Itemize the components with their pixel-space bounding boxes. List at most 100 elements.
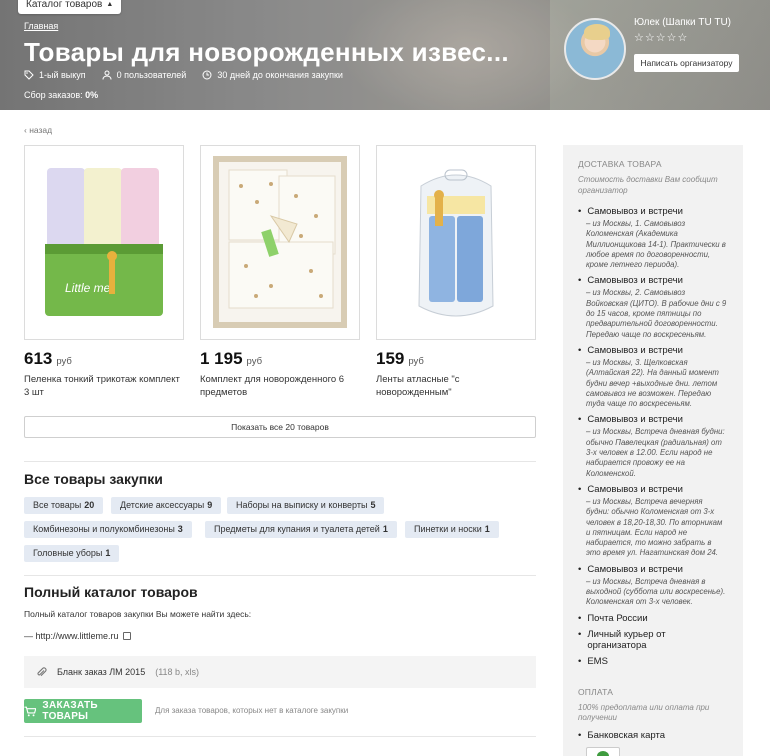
delivery-title: ДОСТАВКА ТОВАРА [578, 159, 662, 169]
delivery-item: Самовывоз и встречи– из Москвы, Встреча … [578, 564, 727, 608]
tag-overalls[interactable]: Комбинезоны и полукомбинезоны 3 [24, 521, 192, 538]
delivery-item: Самовывоз и встречи– из Москвы, Встреча … [578, 414, 727, 478]
payment-item: Банковская карта [578, 730, 727, 741]
product-name[interactable]: Ленты атласные "с новорожденным" [376, 373, 534, 399]
delivery-item-title: Самовывоз и встречи [578, 206, 727, 217]
catalog-link[interactable]: — http://www.littleme.ru [24, 631, 131, 641]
payment-section: ОПЛАТА 100% предоплата или оплата при по… [578, 687, 727, 756]
tag-bathing[interactable]: Предметы для купания и туалета детей 1 [205, 521, 397, 538]
tag-label: Пинетки и носки [414, 524, 482, 534]
breadcrumb-home[interactable]: Главная [24, 21, 58, 31]
meta-days-label: 30 дней до окончания закупки [217, 70, 343, 80]
svg-text:Little me: Little me [65, 281, 111, 295]
show-all-products-button[interactable]: Показать все 20 товаров [24, 416, 536, 438]
product-name[interactable]: Комплект для новорожденного 6 предметов [200, 373, 358, 399]
delivery-item: Личный курьер от организатора [578, 629, 727, 651]
bank-logo-icon [597, 750, 609, 756]
delivery-item-desc: – из Москвы, Встреча дневная в выходной … [586, 576, 726, 607]
order-button-label: ЗАКАЗАТЬ ТОВАРЫ [42, 700, 98, 722]
product-card[interactable]: Little me 613 руб Пеленка тонкий трикотаж… [24, 145, 184, 399]
clock-icon [202, 70, 212, 80]
gift-set-image [213, 156, 347, 328]
page-title: Товары для новорожденных извес... [24, 37, 509, 67]
back-link[interactable]: ‹ назад [24, 125, 52, 135]
catalog-dropdown-button[interactable]: Каталог товаров ▲ [18, 0, 122, 14]
delivery-item-desc: – из Москвы, 2. Самовывоз Войковская (ЦИ… [586, 288, 727, 339]
star-icon: ☆ [644, 32, 655, 44]
price-currency: руб [56, 356, 72, 367]
delivery-item-title: EMS [578, 656, 727, 667]
tag-hats[interactable]: Головные уборы 1 [24, 545, 120, 562]
product-image[interactable] [376, 145, 536, 340]
product-image[interactable]: Little me [24, 145, 184, 340]
delivery-item-title: Самовывоз и встречи [578, 564, 727, 575]
divider [24, 736, 536, 737]
diaper-pack-image: Little me [45, 168, 163, 316]
product-name[interactable]: Пеленка тонкий трикотаж комплект 3 шт [24, 373, 182, 399]
tag-sets[interactable]: Наборы на выписку и конверты 5 [227, 497, 385, 514]
delivery-item: Самовывоз и встречи – из Москвы, 1. Самов… [578, 206, 727, 270]
payment-subtitle: 100% предоплата или оплата при получении [578, 702, 710, 723]
price-value: 159 [376, 349, 405, 368]
divider [24, 575, 536, 576]
order-note: Для заказа товаров, которых нет в катало… [155, 706, 349, 715]
delivery-item-title: Самовывоз и встречи [578, 275, 727, 286]
delivery-item-desc: – из Москвы, 1. Самовывоз Коломенская (А… [586, 219, 726, 270]
purchase-meta: 1-ый выкуп 0 пользователей 30 дней до ок… [24, 70, 343, 80]
organizer-avatar[interactable] [564, 18, 626, 80]
orders-label: Сбор заказов: [24, 90, 83, 100]
attached-file[interactable]: Бланк заказ ЛМ 2015 (118 b, xls) [24, 656, 536, 688]
price-currency: руб [246, 356, 263, 367]
meta-users: 0 пользователей [102, 70, 186, 80]
organizer-rating: ☆ ☆ ☆ ☆ ☆ [634, 33, 687, 44]
tag-label: Все товары [33, 500, 82, 510]
tag-count: 5 [370, 500, 376, 510]
delivery-item: EMS [578, 656, 727, 667]
tag-count: 1 [382, 524, 388, 534]
price-currency: руб [408, 356, 424, 367]
delivery-item: Самовывоз и встречи– из Москвы, Встреча … [578, 484, 727, 559]
order-products-button[interactable]: ЗАКАЗАТЬ ТОВАРЫ [24, 699, 142, 723]
tag-count: 1 [105, 548, 111, 558]
product-card[interactable]: 1 195 руб Комплект для новорожденного 6 п… [200, 145, 360, 399]
tag-booties[interactable]: Пинетки и носки 1 [405, 521, 499, 538]
delivery-item-desc: – из Москвы, 3. Щелковская (Алтайская 22… [586, 357, 719, 409]
catalog-link-text[interactable]: — http://www.littleme.ru [24, 631, 119, 641]
organizer-name[interactable]: Юлек (Шапки TU TU) [634, 17, 731, 28]
delivery-item-desc: – из Москвы, Встреча дневная будни: обыч… [586, 427, 725, 478]
delivery-list: Самовывоз и встречи – из Москвы, 1. Самов… [578, 206, 727, 667]
catalog-title: Полный каталог товаров [24, 584, 198, 600]
catalog-button-label: Каталог товаров [26, 0, 103, 10]
tag-count: 20 [84, 500, 95, 510]
tag-all[interactable]: Все товары 20 [24, 497, 104, 514]
product-image[interactable] [200, 145, 360, 340]
delivery-item-title: Самовывоз и встречи [578, 484, 727, 495]
tag-label: Наборы на выписку и конверты [236, 500, 368, 510]
tag-accessories[interactable]: Детские аксессуары 9 [111, 497, 222, 514]
delivery-item: Почта России [578, 613, 727, 624]
tag-count: 1 [484, 524, 490, 534]
payment-title: ОПЛАТА [578, 686, 614, 697]
meta-issue-label: 1-ый выкуп [39, 70, 86, 80]
paperclip-icon [37, 666, 47, 676]
product-card[interactable]: 159 руб Ленты атласные "с новорожденным" [376, 145, 536, 399]
orders-progress: Сбор заказов: 0% [24, 90, 98, 100]
file-name[interactable]: Бланк заказ ЛМ 2015 [57, 667, 145, 677]
tag-label: Головные уборы [33, 548, 103, 558]
product-price: 1 195 руб [200, 349, 360, 369]
file-size: (118 b, xls) [155, 667, 200, 677]
delivery-item-title: Самовывоз и встречи [578, 345, 727, 356]
star-icon: ☆ [655, 32, 666, 44]
delivery-item: Самовывоз и встречи – из Москвы, 2. Самов… [578, 275, 727, 339]
external-link-icon [122, 632, 131, 640]
delivery-item-title: Почта России [578, 613, 727, 624]
tag-count: 9 [207, 500, 213, 510]
meta-days: 30 дней до окончания закупки [202, 70, 343, 80]
bank-card-logo [586, 746, 620, 756]
delivery-item: Самовывоз и встречи– из Москвы, 3. Щелко… [578, 345, 727, 409]
sidebar: ДОСТАВКА ТОВАРА Стоимость доставки Вам с… [563, 145, 743, 756]
price-value: 613 [24, 349, 53, 368]
tag-label: Детские аксессуары [120, 500, 205, 510]
write-organizer-button[interactable]: Написать организатору [634, 54, 739, 72]
delivery-subtitle: Стоимость доставки Вам сообщит организат… [578, 175, 718, 195]
